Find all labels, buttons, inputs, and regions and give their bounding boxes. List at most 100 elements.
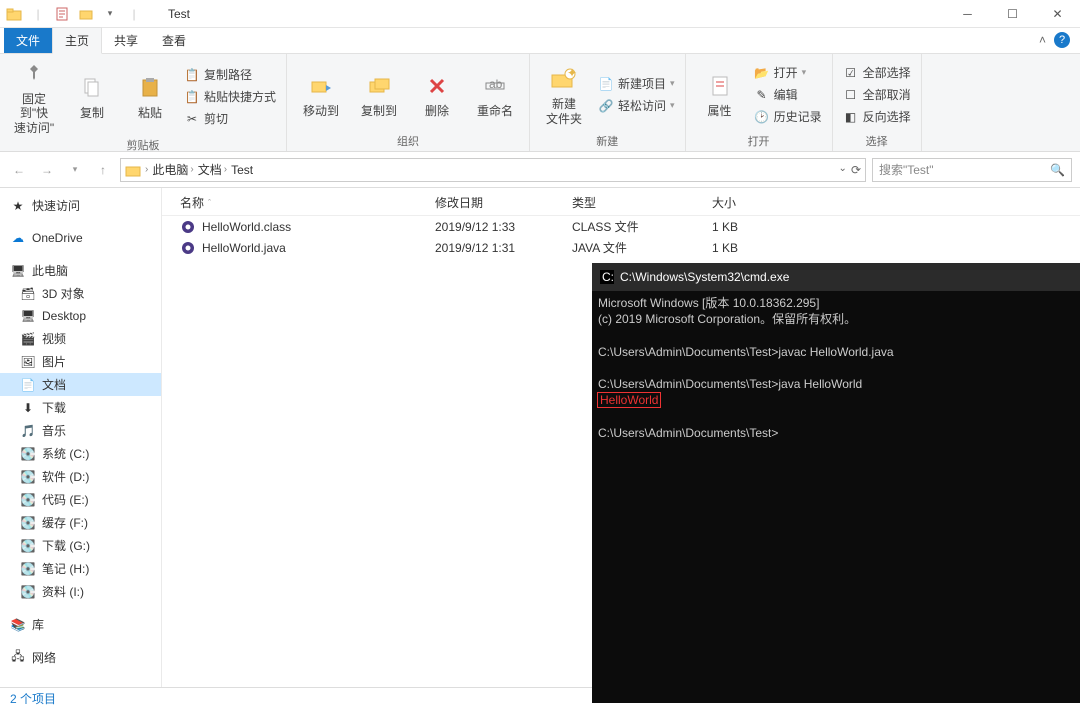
sidebar-item[interactable]: 🗃3D 对象	[0, 282, 161, 305]
address-dropdown-icon[interactable]: ⌄	[839, 163, 847, 177]
cmd-output[interactable]: Microsoft Windows [版本 10.0.18362.295] (c…	[592, 291, 1080, 445]
file-row[interactable]: HelloWorld.class2019/9/12 1:33CLASS 文件1 …	[162, 216, 1080, 237]
tab-file[interactable]: 文件	[4, 28, 52, 53]
up-button[interactable]: ↑	[92, 159, 114, 181]
cmd-titlebar[interactable]: C:\ C:\Windows\System32\cmd.exe	[592, 263, 1080, 291]
search-icon: 🔍	[1050, 163, 1065, 177]
invert-icon: ◧	[843, 109, 859, 125]
copy-label: 复制	[80, 106, 104, 120]
new-item-button[interactable]: 📄新建项目 ▾	[596, 74, 677, 93]
collapse-ribbon-icon[interactable]: ˄	[1039, 33, 1046, 47]
sidebar-item-icon: 💽	[20, 446, 36, 462]
titlebar: | ▾ | Test ─ ☐ ✕	[0, 0, 1080, 28]
move-to-button[interactable]: 移动到	[295, 58, 347, 131]
column-type[interactable]: 类型	[572, 194, 712, 211]
column-headers: 名称ˆ 修改日期 类型 大小	[162, 188, 1080, 216]
sidebar-item[interactable]: 🎵音乐	[0, 419, 161, 442]
chevron-right-icon[interactable]: ›	[145, 164, 148, 175]
sidebar-libraries[interactable]: 📚库	[0, 613, 161, 636]
search-input[interactable]: 搜索"Test" 🔍	[872, 158, 1072, 182]
delete-button[interactable]: 删除	[411, 58, 463, 131]
select-all-button[interactable]: ☑全部选择	[841, 63, 913, 82]
properties-icon[interactable]	[52, 4, 72, 24]
select-none-button[interactable]: ☐全部取消	[841, 85, 913, 104]
tab-view[interactable]: 查看	[150, 28, 198, 53]
open-button[interactable]: 📂打开 ▾	[752, 63, 824, 82]
pin-button[interactable]: 固定到"快 速访问"	[8, 58, 60, 135]
copy-path-icon: 📋	[184, 67, 200, 83]
recent-dropdown[interactable]: ▾	[64, 159, 86, 181]
breadcrumb-folder[interactable]: Test	[231, 163, 253, 177]
copy-to-button[interactable]: 复制到	[353, 58, 405, 131]
sidebar-item[interactable]: 💽软件 (D:)	[0, 465, 161, 488]
close-button[interactable]: ✕	[1035, 0, 1080, 28]
sidebar-item-label: 文档	[42, 376, 66, 393]
paste-shortcut-button[interactable]: 📋粘贴快捷方式	[182, 87, 278, 106]
sidebar-item[interactable]: 💽缓存 (F:)	[0, 511, 161, 534]
paste-icon	[134, 72, 166, 104]
sidebar-item[interactable]: 📄文档	[0, 373, 161, 396]
qat-dropdown-icon[interactable]: ▾	[100, 4, 120, 24]
sidebar-quick-access[interactable]: ★快速访问	[0, 194, 161, 217]
refresh-icon[interactable]: ⟳	[851, 163, 861, 177]
back-button[interactable]: ←	[8, 159, 30, 181]
window-title: Test	[168, 7, 190, 21]
sidebar-item-icon: 💽	[20, 561, 36, 577]
cmd-window[interactable]: C:\ C:\Windows\System32\cmd.exe Microsof…	[592, 263, 1080, 703]
sidebar-item[interactable]: 🖼图片	[0, 350, 161, 373]
maximize-button[interactable]: ☐	[990, 0, 1035, 28]
window-controls: ─ ☐ ✕	[945, 0, 1080, 28]
minimize-button[interactable]: ─	[945, 0, 990, 28]
sidebar-item[interactable]: 💽代码 (E:)	[0, 488, 161, 511]
rename-button[interactable]: ab重命名	[469, 58, 521, 131]
history-icon: 🕑	[754, 109, 770, 125]
cloud-icon: ☁	[10, 230, 26, 246]
breadcrumb-docs[interactable]: 文档 ›	[198, 161, 227, 178]
sidebar-item[interactable]: 💽下载 (G:)	[0, 534, 161, 557]
svg-text:ab: ab	[489, 77, 503, 91]
sidebar-item-icon: 💽	[20, 515, 36, 531]
sidebar-item[interactable]: 🎬视频	[0, 327, 161, 350]
rename-icon: ab	[479, 70, 511, 102]
sidebar-item[interactable]: 💽系统 (C:)	[0, 442, 161, 465]
sidebar-network[interactable]: 🖧网络	[0, 646, 161, 669]
tab-share[interactable]: 共享	[102, 28, 150, 53]
sidebar-item[interactable]: ⬇下载	[0, 396, 161, 419]
column-name[interactable]: 名称ˆ	[180, 194, 435, 211]
paste-button[interactable]: 粘贴	[124, 58, 176, 135]
chevron-down-icon: ▾	[670, 100, 675, 111]
file-size: 1 KB	[712, 241, 792, 255]
menu-tabs: 文件 主页 共享 查看 ˄ ?	[0, 28, 1080, 54]
forward-button[interactable]: →	[36, 159, 58, 181]
sidebar-item-label: 下载 (G:)	[42, 537, 90, 554]
sidebar-thispc[interactable]: 🖥此电脑	[0, 259, 161, 282]
easy-access-button[interactable]: 🔗轻松访问 ▾	[596, 96, 677, 115]
edit-button[interactable]: ✎编辑	[752, 85, 824, 104]
column-date[interactable]: 修改日期	[435, 194, 572, 211]
sidebar-item[interactable]: 💽笔记 (H:)	[0, 557, 161, 580]
copy-button[interactable]: 复制	[66, 58, 118, 135]
chevron-down-icon: ▾	[802, 67, 807, 78]
tab-home[interactable]: 主页	[52, 27, 102, 54]
breadcrumb-pc[interactable]: 此电脑 ›	[152, 161, 193, 178]
history-button[interactable]: 🕑历史记录	[752, 107, 824, 126]
copy-path-button[interactable]: 📋复制路径	[182, 65, 278, 84]
sidebar-item[interactable]: 🖥Desktop	[0, 305, 161, 327]
sidebar-item[interactable]: 💽资料 (I:)	[0, 580, 161, 603]
network-icon: 🖧	[10, 650, 26, 666]
copy-icon	[76, 72, 108, 104]
file-icon	[180, 219, 196, 235]
help-icon[interactable]: ?	[1054, 32, 1070, 48]
sidebar-onedrive[interactable]: ☁OneDrive	[0, 227, 161, 249]
invert-selection-button[interactable]: ◧反向选择	[841, 107, 913, 126]
file-date: 2019/9/12 1:33	[435, 220, 572, 234]
column-size[interactable]: 大小	[712, 194, 792, 211]
new-folder-button[interactable]: ✦新建 文件夹	[538, 58, 590, 131]
new-folder-qat-icon[interactable]	[76, 4, 96, 24]
file-row[interactable]: HelloWorld.java2019/9/12 1:31JAVA 文件1 KB	[162, 237, 1080, 258]
move-to-icon	[305, 70, 337, 102]
cut-button[interactable]: ✂剪切	[182, 109, 278, 128]
address-bar[interactable]: › 此电脑 › 文档 › Test ⌄ ⟳	[120, 158, 866, 182]
properties-button[interactable]: 属性	[694, 58, 746, 131]
sidebar-item-icon: 💽	[20, 584, 36, 600]
